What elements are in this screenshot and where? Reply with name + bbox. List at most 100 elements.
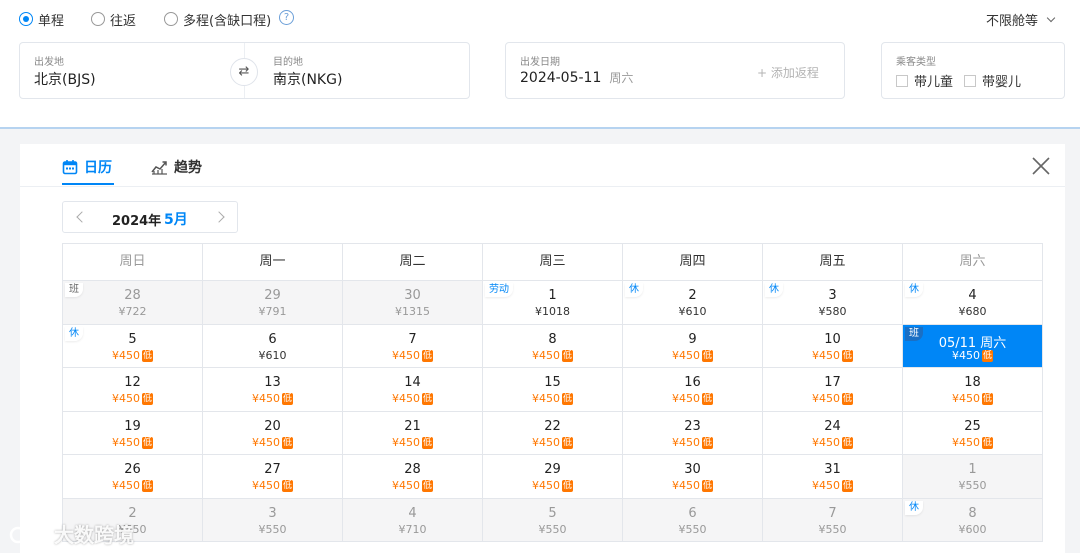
calendar-day-selected[interactable]: 班 05/11 周六 ¥450 低 — [903, 324, 1043, 368]
weekday-fri: 周五 — [763, 244, 903, 281]
calendar-day[interactable]: 4 ¥710 — [343, 498, 483, 542]
calendar-day[interactable]: 7 ¥550 — [763, 498, 903, 542]
day-number: 30 — [404, 288, 421, 303]
day-price-row: ¥450 低 — [483, 479, 622, 492]
day-price-row: ¥450 低 — [623, 349, 762, 362]
calendar-day[interactable]: 5 ¥550 — [483, 498, 623, 542]
calendar-day[interactable]: 8 ¥450 低 — [483, 324, 623, 368]
day-price-row: ¥450 低 — [763, 436, 902, 449]
calendar-day[interactable]: 10 ¥450 低 — [763, 324, 903, 368]
origin-label: 出发地 — [34, 57, 64, 68]
day-price: ¥450 — [671, 392, 700, 405]
infant-checkbox-label: 带婴儿 — [982, 75, 1022, 90]
day-number: 8 — [968, 505, 977, 521]
day-price: ¥1018 — [535, 305, 570, 318]
radio-label: 往返 — [110, 13, 137, 29]
calendar-day[interactable]: 24 ¥450 低 — [763, 411, 903, 455]
destination-label: 目的地 — [273, 57, 303, 68]
calendar-day[interactable]: 6 ¥550 — [623, 498, 763, 542]
day-price-row: ¥550 — [483, 523, 622, 536]
close-icon[interactable] — [1030, 155, 1052, 177]
calendar-day[interactable]: 休 2 ¥610 — [623, 281, 763, 325]
calendar-day[interactable]: 休 5 ¥450 低 — [63, 324, 203, 368]
calendar-day[interactable]: 6 ¥610 — [203, 324, 343, 368]
calendar-day[interactable]: 21 ¥450 低 — [343, 411, 483, 455]
calendar-day[interactable]: 3 ¥550 — [203, 498, 343, 542]
calendar-day[interactable]: 1 ¥550 — [903, 455, 1043, 499]
tab-trend[interactable]: 趋势 — [151, 157, 202, 177]
day-number: 9 — [688, 331, 697, 347]
origin-field[interactable]: 北京(BJS) — [34, 69, 96, 89]
day-number: 8 — [548, 331, 557, 347]
chevron-left-icon — [76, 211, 88, 223]
lowest-price-badge: 低 — [141, 393, 153, 405]
day-price: ¥450 — [951, 435, 980, 449]
next-month-button[interactable] — [213, 211, 225, 223]
calendar-day[interactable]: 23 ¥450 低 — [623, 411, 763, 455]
calendar-day[interactable]: 休 8 ¥600 — [903, 498, 1043, 542]
calendar-day[interactable]: 29 ¥791 — [203, 281, 343, 325]
day-price: ¥680 — [958, 305, 987, 318]
day-price-row: ¥450 低 — [63, 436, 202, 449]
calendar-day[interactable]: 16 ¥450 低 — [623, 368, 763, 412]
day-price-row: ¥450 低 — [343, 436, 482, 449]
swap-icon[interactable]: ⇄ — [230, 58, 258, 86]
day-number: 22 — [544, 418, 561, 434]
calendar-day[interactable]: 14 ¥450 低 — [343, 368, 483, 412]
destination-field[interactable]: 南京(NKG) — [273, 69, 342, 89]
calendar-day[interactable]: 13 ¥450 低 — [203, 368, 343, 412]
calendar-day[interactable]: 30 ¥450 低 — [623, 455, 763, 499]
calendar-day[interactable]: 9 ¥450 低 — [623, 324, 763, 368]
day-price-row: ¥710 — [343, 523, 482, 536]
child-checkbox[interactable]: 带儿童 — [896, 71, 953, 90]
day-price-row: ¥450 低 — [763, 349, 902, 362]
day-price: ¥550 — [818, 522, 847, 536]
day-price-row: ¥450 低 — [63, 392, 202, 405]
add-return-button[interactable]: + 添加返程 — [757, 64, 819, 81]
day-number: 1 — [968, 462, 977, 477]
calendar-day[interactable]: 15 ¥450 低 — [483, 368, 623, 412]
infant-checkbox[interactable]: 带婴儿 — [964, 71, 1021, 90]
radio-one-way[interactable]: 单程 — [19, 10, 64, 29]
year-label: 2024年 — [112, 214, 162, 229]
day-price-row: ¥450 低 — [763, 392, 902, 405]
depart-date-field[interactable]: 2024-05-11 周六 — [520, 69, 633, 86]
calendar-day[interactable]: 休 4 ¥680 — [903, 281, 1043, 325]
calendar-day[interactable]: 17 ¥450 低 — [763, 368, 903, 412]
calendar-day[interactable]: 7 ¥450 低 — [343, 324, 483, 368]
calendar-day[interactable]: 25 ¥450 低 — [903, 411, 1043, 455]
radio-multi-city[interactable]: 多程(含缺口程) — [164, 10, 271, 29]
lowest-price-badge: 低 — [701, 393, 713, 405]
prev-month-button[interactable] — [75, 211, 88, 223]
calendar-day[interactable]: 19 ¥450 低 — [63, 411, 203, 455]
cabin-class-dropdown[interactable]: 不限舱等 — [986, 10, 1056, 29]
calendar-day[interactable]: 班 28 ¥722 — [63, 281, 203, 325]
active-tab-indicator — [62, 183, 114, 185]
calendar-day[interactable]: 12 ¥450 低 — [63, 368, 203, 412]
calendar-day[interactable]: 27 ¥450 低 — [203, 455, 343, 499]
question-circle-icon[interactable]: ? — [279, 10, 294, 25]
day-price-row: ¥580 — [763, 305, 902, 318]
calendar-day[interactable]: 29 ¥450 低 — [483, 455, 623, 499]
radio-dot — [19, 12, 33, 26]
calendar-day[interactable]: 劳动 1 ¥1018 — [483, 281, 623, 325]
calendar-day[interactable]: 31 ¥450 低 — [763, 455, 903, 499]
day-price: ¥450 — [391, 479, 420, 492]
day-price-row: ¥722 — [63, 305, 202, 318]
day-price-row: ¥450 低 — [623, 392, 762, 405]
calendar-day[interactable]: 18 ¥450 低 — [903, 368, 1043, 412]
calendar-day[interactable]: 30 ¥1315 — [343, 281, 483, 325]
calendar-day[interactable]: 28 ¥450 低 — [343, 455, 483, 499]
calendar-day[interactable]: 休 3 ¥580 — [763, 281, 903, 325]
trip-type-bar: 单程 往返 多程(含缺口程) ? 不限舱等 — [0, 0, 1080, 40]
day-price: ¥710 — [398, 522, 427, 536]
tab-calendar[interactable]: 日历 — [62, 157, 112, 177]
lowest-price-badge: 低 — [141, 480, 153, 492]
calendar-day[interactable]: 20 ¥450 低 — [203, 411, 343, 455]
day-price-row: ¥450 低 — [203, 392, 342, 405]
day-price-row: ¥550 — [203, 523, 342, 536]
calendar-day[interactable]: 22 ¥450 低 — [483, 411, 623, 455]
radio-round-trip[interactable]: 往返 — [91, 10, 137, 29]
calendar-icon — [62, 160, 78, 175]
calendar-day[interactable]: 26 ¥450 低 — [63, 455, 203, 499]
